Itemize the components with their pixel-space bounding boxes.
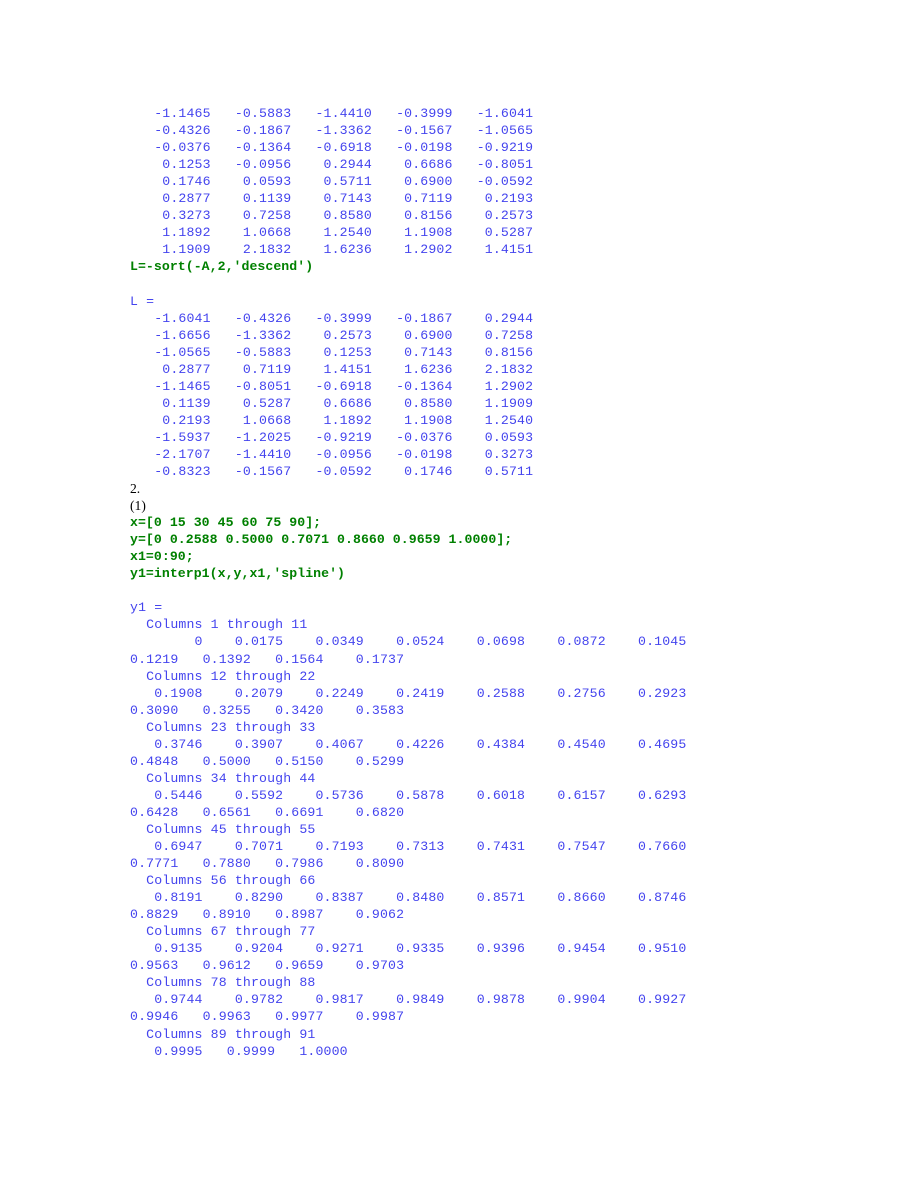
output-line: -0.0376 -0.1364 -0.6918 -0.0198 -0.9219 — [130, 140, 534, 156]
output-line: 0.9135 0.9204 0.9271 0.9335 0.9396 0.945… — [130, 941, 687, 957]
transcript-block-spacer-2 — [130, 582, 830, 599]
output-line: 0.4848 0.5000 0.5150 0.5299 — [130, 753, 405, 769]
output-line: 0.1253 -0.0956 0.2944 0.6686 -0.8051 — [130, 157, 534, 173]
output-line: 0 0.0175 0.0349 0.0524 0.0698 0.0872 0.1… — [130, 634, 687, 650]
output-line: 0.8191 0.8290 0.8387 0.8480 0.8571 0.866… — [130, 890, 687, 906]
output-line: 0.9563 0.9612 0.9659 0.9703 — [130, 958, 405, 974]
output-line: Columns 89 through 91 — [130, 1026, 316, 1042]
output-line: 0.1219 0.1392 0.1564 0.1737 — [130, 651, 405, 667]
code-line: y1=interp1(x,y,x1,'spline') — [130, 566, 346, 582]
output-line: 0.9995 0.9999 1.0000 — [130, 1043, 348, 1059]
output-line: 0.9744 0.9782 0.9817 0.9849 0.9878 0.990… — [130, 992, 687, 1008]
section-line: 2. — [130, 481, 141, 497]
code-line: y=[0 0.2588 0.5000 0.7071 0.8660 0.9659 … — [130, 532, 513, 548]
output-line: 0.2877 0.7119 1.4151 1.6236 2.1832 — [130, 361, 534, 377]
output-line: 0.6947 0.7071 0.7193 0.7313 0.7431 0.754… — [130, 839, 687, 855]
output-line: 1.1909 2.1832 1.6236 1.2902 1.4151 — [130, 242, 534, 258]
output-line: -0.4326 -0.1867 -1.3362 -0.1567 -1.0565 — [130, 123, 534, 139]
output-line: Columns 34 through 44 — [130, 770, 316, 786]
output-line: Columns 56 through 66 — [130, 873, 316, 889]
transcript-block-result-y1: y1 = Columns 1 through 11 0 0.0175 0.034… — [130, 599, 830, 1059]
transcript-block-result-L: L = -1.6041 -0.4326 -0.3999 -0.1867 0.29… — [130, 293, 830, 481]
output-line: 1.1892 1.0668 1.2540 1.1908 0.5287 — [130, 225, 534, 241]
output-line: 0.6428 0.6561 0.6691 0.6820 — [130, 804, 405, 820]
output-line: -1.6041 -0.4326 -0.3999 -0.1867 0.2944 — [130, 310, 534, 326]
output-line: Columns 67 through 77 — [130, 924, 316, 940]
transcript-block-cmd-sort-descend: L=-sort(-A,2,'descend') — [130, 258, 830, 275]
output-line: -1.1465 -0.8051 -0.6918 -0.1364 1.2902 — [130, 378, 534, 394]
output-line: 0.8829 0.8910 0.8987 0.9062 — [130, 907, 405, 923]
output-line: -1.5937 -1.2025 -0.9219 -0.0376 0.0593 — [130, 429, 534, 445]
section-line: (1) — [130, 498, 146, 514]
output-line: -1.0565 -0.5883 0.1253 0.7143 0.8156 — [130, 344, 534, 360]
output-line: Columns 1 through 11 — [130, 617, 308, 633]
output-line: 0.9946 0.9963 0.9977 0.9987 — [130, 1009, 405, 1025]
output-line: 0.1908 0.2079 0.2249 0.2419 0.2588 0.275… — [130, 685, 687, 701]
output-line: L = — [130, 293, 155, 309]
output-line: 0.3273 0.7258 0.8580 0.8156 0.2573 — [130, 208, 534, 224]
output-line: 0.2877 0.1139 0.7143 0.7119 0.2193 — [130, 191, 534, 207]
code-line: x=[0 15 30 45 60 75 90]; — [130, 515, 322, 531]
transcript-block-spacer-1 — [130, 275, 830, 292]
output-line: y1 = — [130, 600, 163, 616]
output-line: 0.2193 1.0668 1.1892 1.1908 1.2540 — [130, 412, 534, 428]
output-line: Columns 78 through 88 — [130, 975, 316, 991]
output-line: 0.5446 0.5592 0.5736 0.5878 0.6018 0.615… — [130, 787, 687, 803]
transcript-block-section-2: 2. (1) — [130, 480, 830, 514]
output-line: -0.8323 -0.1567 -0.0592 0.1746 0.5711 — [130, 463, 534, 479]
code-line: L=-sort(-A,2,'descend') — [130, 259, 314, 275]
transcript-block-matrix-A-tail: -1.1465 -0.5883 -1.4410 -0.3999 -1.6041 … — [130, 105, 830, 258]
output-line: 0.3090 0.3255 0.3420 0.3583 — [130, 702, 405, 718]
code-line: x1=0:90; — [130, 549, 194, 565]
output-line: Columns 23 through 33 — [130, 719, 316, 735]
output-line: Columns 12 through 22 — [130, 668, 316, 684]
output-line: 0.7771 0.7880 0.7986 0.8090 — [130, 856, 405, 872]
output-line: 0.3746 0.3907 0.4067 0.4226 0.4384 0.454… — [130, 736, 687, 752]
output-line: -1.1465 -0.5883 -1.4410 -0.3999 -1.6041 — [130, 106, 534, 121]
output-line: 0.1746 0.0593 0.5711 0.6900 -0.0592 — [130, 174, 534, 190]
output-line: 0.1139 0.5287 0.6686 0.8580 1.1909 — [130, 395, 534, 411]
output-line: -1.6656 -1.3362 0.2573 0.6900 0.7258 — [130, 327, 534, 343]
output-line: Columns 45 through 55 — [130, 821, 316, 837]
document-body: -1.1465 -0.5883 -1.4410 -0.3999 -1.6041 … — [130, 105, 830, 1060]
transcript-block-cmd-interp-setup: x=[0 15 30 45 60 75 90]; y=[0 0.2588 0.50… — [130, 514, 830, 582]
output-line: -2.1707 -1.4410 -0.0956 -0.0198 0.3273 — [130, 446, 534, 462]
